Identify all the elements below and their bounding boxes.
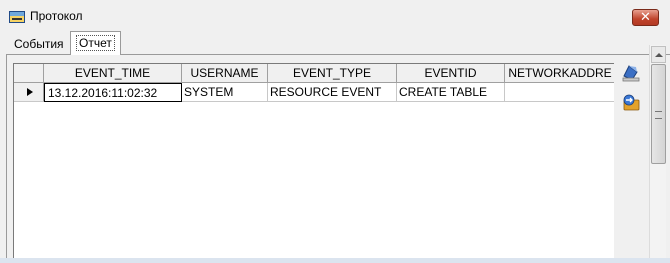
row-indicator-arrow-icon <box>14 83 44 102</box>
cell-username[interactable]: SYSTEM <box>182 83 268 102</box>
events-grid[interactable]: EVENT_TIME USERNAME EVENT_TYPE EVENTID N… <box>13 63 614 263</box>
export-icon <box>623 94 640 111</box>
bottom-border <box>0 258 670 263</box>
column-header-networkaddress[interactable]: NETWORKADDRE <box>505 64 614 83</box>
scroll-up-arrow-icon[interactable] <box>651 46 666 63</box>
row-indicator-header <box>14 64 44 83</box>
vertical-scrollbar[interactable] <box>649 45 666 263</box>
column-header-username[interactable]: USERNAME <box>182 64 268 83</box>
protocol-window: Протокол ✕ События Отчет EVENT_TIME USER… <box>0 0 670 263</box>
close-icon: ✕ <box>640 9 651 24</box>
cell-event-type[interactable]: RESOURCE EVENT <box>268 83 397 102</box>
close-button[interactable]: ✕ <box>632 9 659 26</box>
tab-report[interactable]: Отчет <box>70 31 121 55</box>
column-header-eventid[interactable]: EVENTID <box>397 64 505 83</box>
column-header-event-time[interactable]: EVENT_TIME <box>44 64 182 83</box>
column-header-event-type[interactable]: EVENT_TYPE <box>268 64 397 83</box>
cell-networkaddress[interactable] <box>505 83 614 102</box>
cell-eventid[interactable]: CREATE TABLE <box>397 83 505 102</box>
tab-report-label: Отчет <box>76 35 115 51</box>
print-button[interactable] <box>620 62 642 84</box>
table-row[interactable]: 13.12.2016:11:02:32 SYSTEM RESOURCE EVEN… <box>14 83 614 102</box>
grid-header: EVENT_TIME USERNAME EVENT_TYPE EVENTID N… <box>14 64 614 83</box>
tab-events[interactable]: События <box>10 35 68 55</box>
title-bar[interactable]: Протокол ✕ <box>0 0 670 30</box>
cell-event-time[interactable]: 13.12.2016:11:02:32 <box>44 83 182 102</box>
tab-events-label: События <box>14 37 64 51</box>
app-window-icon <box>9 11 25 23</box>
print-icon <box>622 65 640 82</box>
window-title: Протокол <box>30 9 83 23</box>
scrollbar-thumb[interactable] <box>651 64 666 164</box>
export-button[interactable] <box>620 92 642 114</box>
